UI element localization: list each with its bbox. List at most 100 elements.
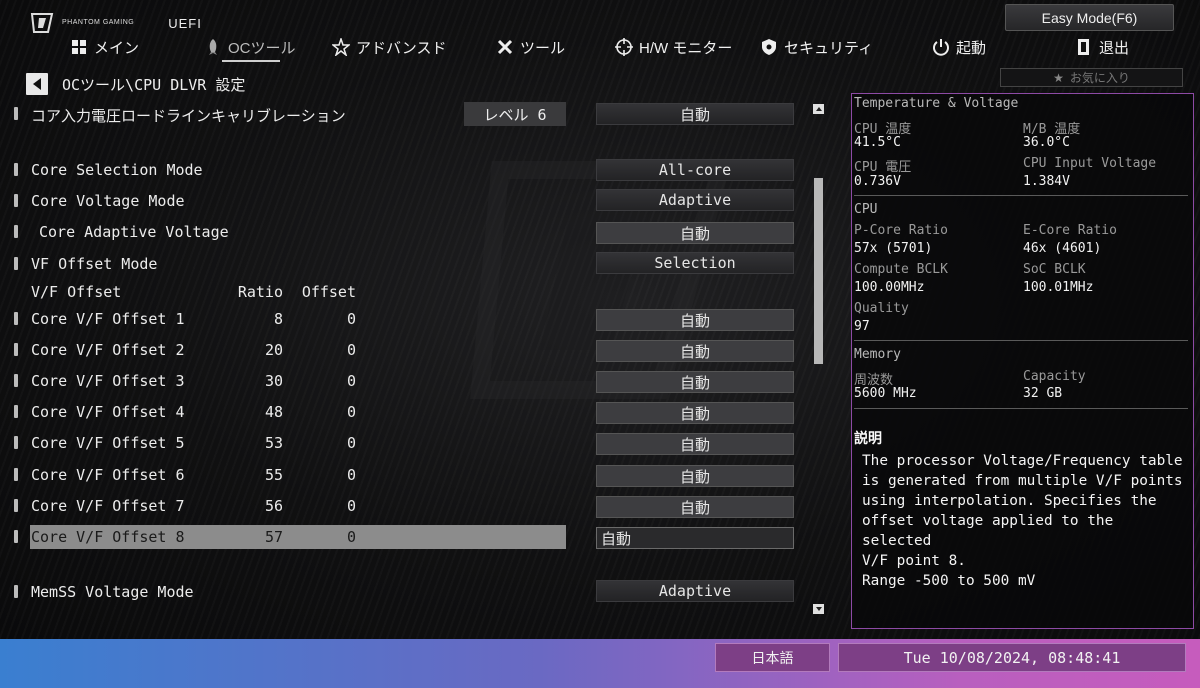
row-marker [14,343,18,356]
row-marker [14,530,18,543]
offset-header: Offset [301,283,356,301]
brand-text: PHANTOM GAMING [62,19,135,26]
setting-label: Core V/F Offset 3 [31,372,185,390]
description-text: The processor Voltage/Frequency table is… [862,453,1183,589]
back-button[interactable] [26,73,48,95]
memory-capacity-label: Capacity [1023,369,1086,384]
easy-mode-button[interactable]: Easy Mode(F6) [1005,4,1174,31]
core-selection-mode-dropdown[interactable]: All-core [596,159,794,181]
llc-value-button[interactable]: 自動 [596,103,794,125]
ratio-value: 48 [264,403,283,421]
vf-offset-4-field[interactable]: 自動 [596,402,794,424]
favorites-button[interactable]: ★ お気に入り [1000,68,1183,87]
vf-offset-7-field[interactable]: 自動 [596,496,794,518]
phantom-gaming-logo-icon [30,13,54,33]
row-marker [14,468,18,481]
row-marker [14,405,18,418]
tab-security-label: セキュリティ [784,39,874,57]
setting-label: Core Selection Mode [31,161,203,179]
arrow-up-icon [815,107,822,111]
tab-tool[interactable]: ツール [496,34,565,60]
setting-label: Core V/F Offset 1 [31,310,185,328]
breadcrumb: OCツール\CPU DLVR 設定 [26,72,245,96]
power-icon [933,39,949,56]
cpu-input-voltage-label: CPU Input Voltage [1023,156,1157,171]
row-marker [14,257,18,270]
tab-boot[interactable]: 起動 [932,34,986,60]
row-marker [14,107,18,120]
language-button[interactable]: 日本語 [715,643,830,672]
setting-label: VF Offset Mode [31,255,158,273]
vf-offset-5-field[interactable]: 自動 [596,433,794,455]
compute-bclk-value: 100.00MHz [854,280,925,295]
vf-offset-3-field[interactable]: 自動 [596,371,794,393]
breadcrumb-text: OCツール\CPU DLVR 設定 [62,75,246,94]
core-voltage-mode-dropdown[interactable]: Adaptive [596,189,794,211]
memss-voltage-mode-dropdown[interactable]: Adaptive [596,580,794,602]
quality-label: Quality [854,301,909,316]
vf-offset-mode-dropdown[interactable]: Selection [596,252,794,274]
tab-exit-label: 退出 [1099,39,1130,57]
ratio-header: Ratio [237,283,283,301]
description-title: 説明 [854,431,882,447]
tools-icon [497,39,513,55]
vf-offset-8-field[interactable]: 自動 [596,527,794,549]
ratio-value: 30 [264,372,283,390]
vf-offset-2-field[interactable]: 自動 [596,340,794,362]
ratio-value: 53 [264,434,283,452]
star-icon: ★ [1053,70,1064,85]
tab-hw-monitor[interactable]: H/W モニター [615,34,732,60]
quality-value: 97 [854,319,870,334]
cpu-temp-value: 41.5°C [854,135,901,150]
tab-oc-tool[interactable]: OCツール [204,34,296,60]
divider [854,408,1188,409]
setting-label: Core V/F Offset 5 [31,434,185,452]
offset-value: 0 [346,466,356,484]
row-marker [14,194,18,207]
cpu-voltage-label: CPU 電圧 [854,160,912,175]
scrollbar[interactable] [813,104,824,616]
row-marker [14,436,18,449]
memory-section-title: Memory [854,347,901,362]
row-marker [14,225,18,238]
vf-offset-1-field[interactable]: 自動 [596,309,794,331]
memory-capacity-value: 32 GB [1023,386,1063,401]
offset-value: 0 [346,497,356,515]
tab-boot-label: 起動 [956,39,987,57]
star-icon [332,38,350,56]
row-marker [14,163,18,176]
tab-security[interactable]: セキュリティ [760,34,873,60]
soc-bclk-label: SoC BCLK [1023,262,1086,277]
active-tab-indicator [222,60,280,62]
row-marker [14,585,18,598]
row-marker [14,312,18,325]
tab-tool-label: ツール [520,39,566,57]
tab-advanced-label: アドバンスド [356,39,447,57]
compute-bclk-label: Compute BCLK [854,262,948,277]
offset-value: 0 [346,341,356,359]
arrow-down-icon [815,607,822,611]
scrollbar-thumb[interactable] [814,178,823,364]
scroll-down-button[interactable] [813,604,824,614]
setting-label: Core V/F Offset 7 [31,497,185,515]
uefi-label: UEFI [168,15,202,31]
setting-label: Core V/F Offset 6 [31,466,185,484]
back-arrow-icon [33,78,41,90]
ecore-ratio-value: 46x (4601) [1023,241,1102,256]
ratio-value: 8 [273,310,283,328]
core-adaptive-voltage-field[interactable]: 自動 [596,222,794,244]
ratio-value: 57 [264,528,283,546]
offset-value: 0 [346,310,356,328]
divider [854,340,1188,341]
vf-offset-6-field[interactable]: 自動 [596,465,794,487]
temp-voltage-title: Temperature & Voltage [854,96,1019,111]
favorites-label: お気に入り [1069,71,1130,85]
datetime-display: Tue 10/08/2024, 08:48:41 [838,643,1186,672]
tab-advanced[interactable]: アドバンスド [332,34,446,60]
tab-main[interactable]: メイン [70,34,139,60]
offset-value: 0 [346,372,356,390]
llc-level-display: レベル 6 [464,102,566,126]
tab-exit[interactable]: 退出 [1075,34,1129,60]
mb-temp-value: 36.0°C [1023,135,1070,150]
scroll-up-button[interactable] [813,104,824,114]
